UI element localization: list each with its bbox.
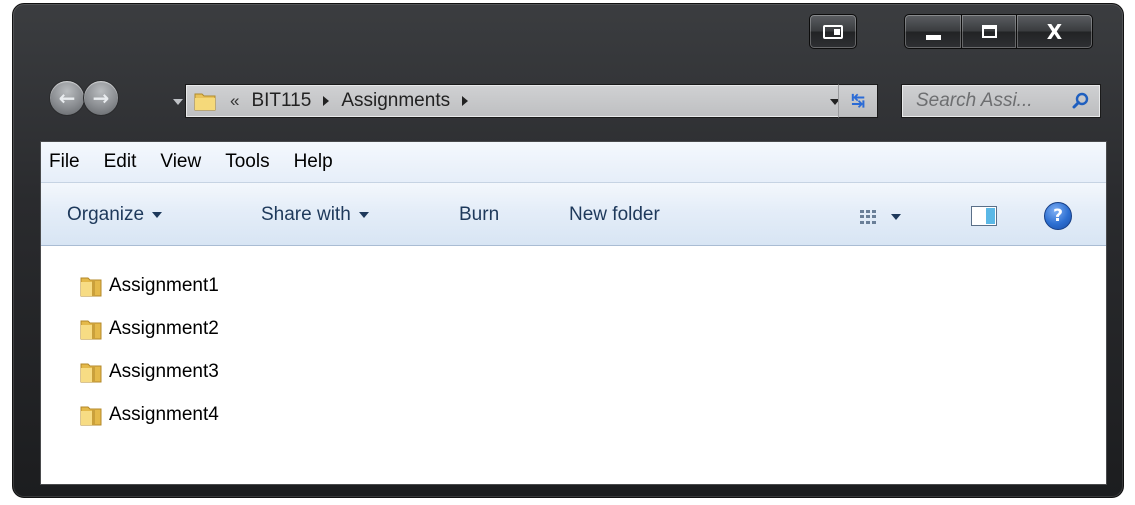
folder-icon (80, 277, 102, 296)
forward-arrow-icon: → (92, 86, 110, 110)
command-bar: Organize Share with Burn New folder ? (41, 182, 1106, 246)
menu-edit[interactable]: Edit (104, 151, 137, 173)
organize-label: Organize (67, 204, 145, 225)
new-folder-button[interactable]: New folder (569, 204, 660, 226)
minimize-button[interactable] (904, 14, 962, 49)
views-icon[interactable] (860, 210, 876, 224)
list-item[interactable]: Assignment1 (79, 264, 219, 307)
refresh-icon: ↹ (850, 91, 866, 111)
new-folder-label: New folder (569, 204, 660, 225)
folder-icon (80, 363, 102, 382)
burn-button[interactable]: Burn (459, 204, 499, 226)
breadcrumb-separator-icon[interactable] (323, 96, 330, 106)
overflow-chevron[interactable]: « (230, 91, 239, 111)
menu-view[interactable]: View (160, 151, 201, 173)
file-name: Assignment2 (109, 317, 219, 339)
share-with-label: Share with (261, 204, 351, 225)
recent-pages-dropdown[interactable] (173, 99, 183, 105)
file-name: Assignment1 (109, 274, 219, 296)
explorer-content: File Edit View Tools Help Organize Share… (40, 141, 1107, 485)
folder-icon (80, 406, 102, 425)
breadcrumb-separator-icon[interactable] (462, 96, 469, 106)
search-placeholder: Search Assi... (916, 90, 1033, 111)
search-icon[interactable] (1072, 92, 1090, 110)
close-button[interactable]: X (1017, 14, 1093, 49)
close-icon: X (1046, 19, 1063, 44)
burn-label: Burn (459, 204, 500, 225)
list-item[interactable]: Assignment3 (79, 350, 219, 393)
explorer-window: X ← → « BIT115 Assignments ↹ Search Assi… (12, 3, 1124, 498)
share-with-button[interactable]: Share with (261, 204, 369, 226)
back-button[interactable]: ← (49, 80, 85, 116)
menu-file[interactable]: File (49, 151, 80, 173)
organize-button[interactable]: Organize (67, 204, 163, 226)
address-bar[interactable]: « BIT115 Assignments (185, 84, 873, 118)
chevron-down-icon (358, 212, 369, 218)
folder-icon (194, 93, 216, 111)
menu-tools[interactable]: Tools (225, 151, 269, 173)
help-glyph: ? (1053, 206, 1063, 226)
switch-window-icon (823, 24, 843, 39)
file-name: Assignment4 (109, 403, 219, 425)
maximize-icon (981, 25, 997, 38)
preview-pane-icon[interactable] (971, 206, 997, 226)
views-dropdown-icon[interactable] (891, 214, 901, 220)
maximize-button[interactable] (962, 14, 1017, 49)
help-icon[interactable]: ? (1044, 202, 1072, 230)
breadcrumb-assignments[interactable]: Assignments (341, 90, 450, 112)
minimize-icon (925, 35, 941, 40)
chevron-down-icon (152, 212, 163, 218)
search-input[interactable]: Search Assi... (901, 84, 1101, 118)
list-item[interactable]: Assignment2 (79, 307, 219, 350)
file-name: Assignment3 (109, 360, 219, 382)
forward-button[interactable]: → (83, 80, 119, 116)
switch-window-button[interactable] (809, 14, 857, 49)
file-list: Assignment1 Assignment2 Assignment3 Assi… (79, 264, 219, 436)
menu-help[interactable]: Help (294, 151, 333, 173)
list-item[interactable]: Assignment4 (79, 393, 219, 436)
refresh-button[interactable]: ↹ (838, 84, 878, 118)
breadcrumb-bit115[interactable]: BIT115 (251, 90, 311, 112)
menu-bar: File Edit View Tools Help (41, 142, 1106, 182)
back-arrow-icon: ← (58, 86, 76, 110)
folder-icon (80, 320, 102, 339)
